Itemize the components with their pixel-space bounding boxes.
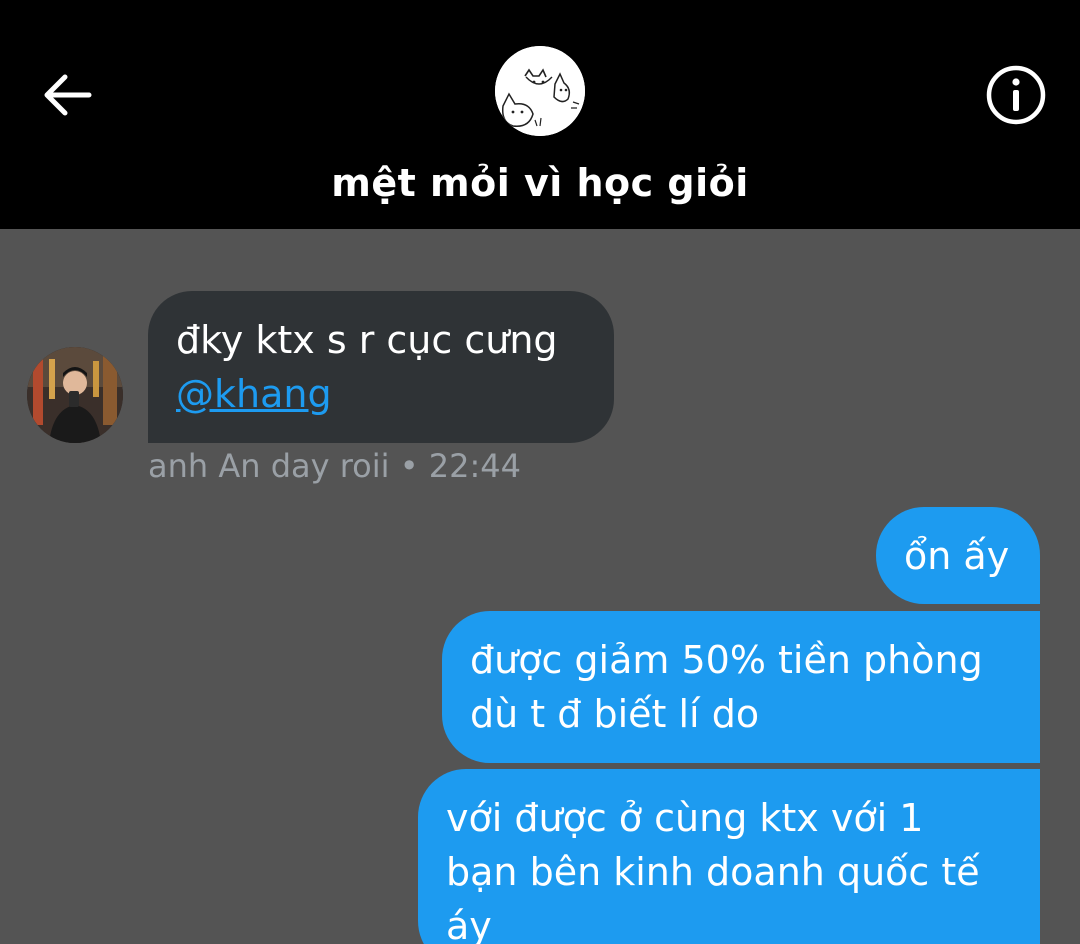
message-text-line: với được ở cùng ktx với 1: [446, 796, 924, 840]
incoming-message-bubble[interactable]: đky ktx s r cục cưng @khang: [148, 291, 614, 443]
sender-avatar[interactable]: [27, 347, 123, 443]
arrow-left-icon: [44, 74, 92, 116]
info-circle-icon: [986, 65, 1046, 125]
message-text: đky ktx s r cục cưng: [176, 318, 558, 362]
group-avatar[interactable]: [495, 46, 585, 136]
message-text-line: được giảm 50% tiền phòng: [470, 638, 983, 682]
profile-photo-icon: [27, 347, 123, 443]
meta-separator: •: [399, 447, 419, 485]
message-text-line: áy: [446, 904, 492, 944]
message-text-line: dù t đ biết lí do: [470, 692, 760, 736]
message-meta: anh An day roii • 22:44: [148, 444, 521, 488]
outgoing-message-bubble[interactable]: được giảm 50% tiền phòng dù t đ biết lí …: [442, 611, 1040, 763]
cats-doodle-icon: [495, 46, 585, 136]
conversation-header: mệt mỏi vì học giỏi: [0, 0, 1080, 229]
message-time: 22:44: [428, 447, 521, 485]
message-text-line: bạn bên kinh doanh quốc tế: [446, 850, 980, 894]
user-mention-link[interactable]: @khang: [176, 372, 332, 416]
conversation-info-button[interactable]: [985, 64, 1047, 126]
outgoing-message-bubble[interactable]: ổn ấy: [876, 507, 1040, 604]
message-text: ổn ấy: [904, 534, 1010, 578]
outgoing-message-bubble[interactable]: với được ở cùng ktx với 1 bạn bên kinh d…: [418, 769, 1040, 944]
sender-name[interactable]: anh An day roii: [148, 447, 390, 485]
dm-conversation-screen: mệt mỏi vì học giỏi đky ktx s r cục cưng…: [0, 0, 1080, 944]
conversation-title[interactable]: mệt mỏi vì học giỏi: [0, 155, 1080, 211]
back-button[interactable]: [34, 62, 100, 128]
